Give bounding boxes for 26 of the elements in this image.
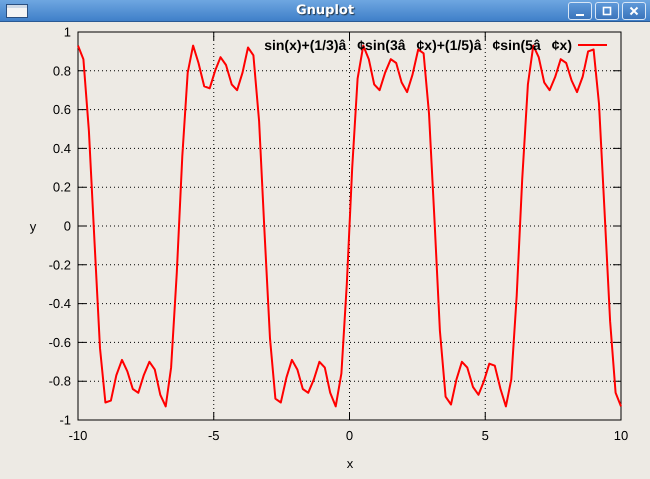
x-tick-label: 10 — [614, 428, 628, 443]
y-tick-label: 0.4 — [52, 140, 71, 156]
y-tick-label: -0.4 — [48, 296, 71, 312]
y-tick-label: -0.2 — [48, 257, 71, 272]
y-tick-label: 0.8 — [52, 63, 71, 78]
close-button[interactable] — [622, 2, 646, 20]
maximize-icon — [602, 6, 612, 16]
y-tick-label: -1 — [59, 412, 71, 428]
x-tick-label: 5 — [482, 428, 489, 443]
minimize-button[interactable] — [568, 2, 592, 20]
y-tick-label: -0.8 — [48, 374, 71, 389]
window-icon — [6, 4, 28, 18]
x-axis-label: x — [346, 456, 354, 471]
window-title: Gnuplot — [296, 3, 354, 18]
x-tick-label: -5 — [208, 428, 220, 443]
maximize-button[interactable] — [595, 2, 619, 20]
y-tick-label: 1 — [64, 24, 71, 40]
y-axis-label: y — [30, 219, 36, 234]
x-tick-label: -10 — [68, 428, 88, 443]
close-icon — [629, 6, 639, 16]
minimize-icon — [576, 14, 584, 16]
y-tick-label: 0.6 — [52, 102, 71, 118]
x-tick-label: 0 — [346, 428, 354, 443]
y-tick-label: 0 — [64, 218, 71, 234]
y-tick-label: 0.2 — [52, 180, 71, 195]
y-tick-label: -0.6 — [48, 334, 71, 350]
